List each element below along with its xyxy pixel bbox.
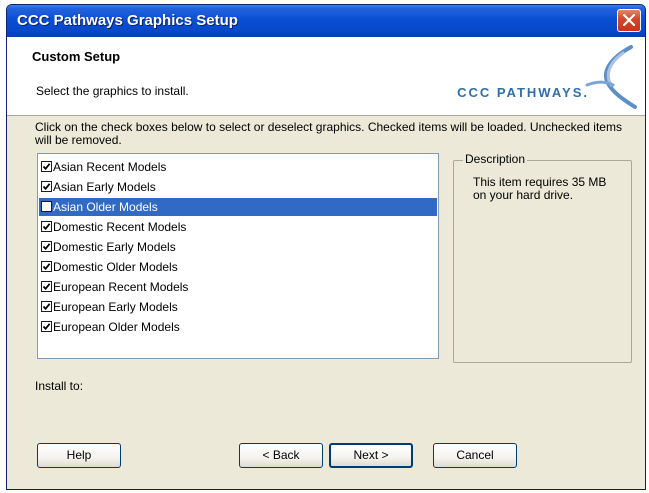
- checkbox-checked[interactable]: [41, 221, 52, 232]
- list-item-label: Asian Older Models: [53, 200, 158, 214]
- description-text: This item requires 35 MB on your hard dr…: [473, 175, 607, 202]
- back-button[interactable]: < Back: [239, 443, 323, 468]
- list-item[interactable]: Asian Older Models: [39, 198, 437, 216]
- checkmark-icon: [42, 323, 51, 331]
- list-item-label: European Older Models: [53, 320, 180, 334]
- checkbox-checked[interactable]: [41, 161, 52, 172]
- checkmark-icon: [42, 283, 51, 291]
- graphics-list[interactable]: Asian Recent Models Asian Early Models Asi…: [37, 153, 439, 359]
- page-title: Custom Setup: [32, 49, 121, 64]
- list-item[interactable]: European Early Models: [39, 298, 437, 316]
- checkbox-checked[interactable]: [41, 181, 52, 192]
- checkbox-unchecked[interactable]: [41, 201, 52, 212]
- close-button[interactable]: [617, 9, 641, 32]
- list-item-label: European Recent Models: [53, 280, 189, 294]
- list-item-label: Domestic Early Models: [53, 240, 176, 254]
- next-button[interactable]: Next >: [329, 443, 413, 468]
- page-subtitle: Select the graphics to install.: [36, 84, 189, 98]
- list-item-label: European Early Models: [53, 300, 178, 314]
- list-item[interactable]: European Older Models: [39, 318, 437, 336]
- checkmark-icon: [42, 183, 51, 191]
- close-icon: [623, 14, 635, 26]
- title-bar[interactable]: CCC Pathways Graphics Setup: [7, 5, 645, 37]
- list-item-label: Asian Recent Models: [53, 160, 167, 174]
- help-button[interactable]: Help: [37, 443, 121, 468]
- list-item[interactable]: Domestic Recent Models: [39, 218, 437, 236]
- checkmark-icon: [42, 243, 51, 251]
- list-item-label: Domestic Older Models: [53, 260, 178, 274]
- window-title: CCC Pathways Graphics Setup: [17, 12, 238, 29]
- checkmark-icon: [42, 223, 51, 231]
- list-item[interactable]: Domestic Older Models: [39, 258, 437, 276]
- instructions-text: Click on the check boxes below to select…: [35, 120, 622, 147]
- checkmark-icon: [42, 163, 51, 171]
- list-item-label: Asian Early Models: [53, 180, 156, 194]
- checkmark-icon: [42, 303, 51, 311]
- list-item[interactable]: European Recent Models: [39, 278, 437, 296]
- list-item-label: Domestic Recent Models: [53, 220, 187, 234]
- description-label: Description: [463, 152, 528, 166]
- ccc-pathways-logo: CCC PATHWAYS.: [409, 41, 639, 111]
- list-item[interactable]: Asian Recent Models: [39, 158, 437, 176]
- checkbox-checked[interactable]: [41, 261, 52, 272]
- cancel-button[interactable]: Cancel: [433, 443, 517, 468]
- checkbox-checked[interactable]: [41, 281, 52, 292]
- setup-window: CCC Pathways Graphics Setup Custom Setup…: [6, 4, 646, 490]
- checkmark-icon: [42, 263, 51, 271]
- header-panel: Custom Setup Select the graphics to inst…: [7, 37, 645, 116]
- checkbox-checked[interactable]: [41, 321, 52, 332]
- checkbox-checked[interactable]: [41, 241, 52, 252]
- checkbox-checked[interactable]: [41, 301, 52, 312]
- logo-text: CCC PATHWAYS.: [457, 85, 589, 100]
- list-item[interactable]: Asian Early Models: [39, 178, 437, 196]
- list-item[interactable]: Domestic Early Models: [39, 238, 437, 256]
- install-to-label: Install to:: [35, 379, 84, 393]
- logo-swoosh-icon: [585, 45, 637, 109]
